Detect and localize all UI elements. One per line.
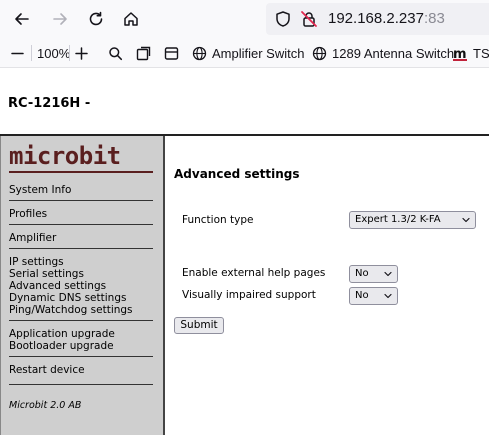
nav-divider [9, 200, 153, 201]
reload-icon [89, 11, 103, 26]
function-type-select[interactable]: Expert 1.3/2 K-FA [349, 211, 476, 229]
page-title: RC-1216H - [8, 96, 91, 111]
forward-arrow-icon [53, 13, 67, 25]
nav-divider [9, 384, 153, 385]
sidebar: microbit System Info Profiles Amplifier … [0, 136, 163, 435]
url-host: 192.168.2.237 [328, 10, 424, 27]
nav-system-info[interactable]: System Info [9, 184, 71, 196]
globe-icon [312, 46, 327, 60]
bookmarks-toolbar: 100% Amplifier Switch 1289 Antenna Switc… [0, 40, 489, 66]
screenshot-icon [136, 46, 151, 60]
site-logo-icon: m [453, 47, 467, 61]
zoom-level[interactable]: 100% [37, 44, 70, 62]
zoom-out-button[interactable] [10, 44, 30, 62]
toolbar-separator [31, 45, 32, 61]
url-text[interactable]: 192.168.2.237:83 [328, 10, 445, 27]
nav-divider [9, 248, 153, 249]
nav-divider [9, 320, 153, 321]
bookmark-ts[interactable]: m TS- [453, 44, 489, 62]
visually-impaired-select[interactable]: No [349, 287, 398, 305]
nav-divider [9, 356, 153, 357]
submit-button[interactable]: Submit [174, 317, 224, 334]
toolbar-separator [69, 45, 70, 61]
sidebar-divider [163, 136, 165, 435]
nav-dynamic-dns-settings[interactable]: Dynamic DNS settings [9, 292, 126, 304]
bookmark-label: 1289 Antenna Switch [332, 45, 455, 61]
visually-impaired-label: Visually impaired support [182, 289, 316, 301]
nav-ip-settings[interactable]: IP settings [9, 256, 64, 268]
visually-impaired-value: No [355, 290, 369, 301]
forward-button[interactable] [48, 7, 72, 31]
globe-icon [192, 46, 207, 60]
nav-serial-settings[interactable]: Serial settings [9, 268, 84, 280]
microbit-logo: microbit [9, 142, 121, 170]
nav-restart-device[interactable]: Restart device [9, 364, 85, 376]
bookmark-antenna-switch[interactable]: 1289 Antenna Switch [312, 44, 454, 62]
home-icon [124, 12, 138, 26]
external-help-select[interactable]: No [349, 265, 398, 283]
shield-icon[interactable] [274, 10, 292, 28]
bookmark-label: TS- [473, 45, 489, 61]
logo-underline [9, 171, 153, 173]
function-type-label: Function type [182, 214, 254, 226]
browser-toolbar: 192.168.2.237:83 100% Amplifier Switch 1… [0, 0, 489, 68]
address-bar[interactable]: 192.168.2.237:83 [266, 3, 489, 35]
zoom-out-icon [11, 52, 24, 54]
insecure-lock-icon[interactable] [300, 10, 318, 28]
external-help-label: Enable external help pages [182, 267, 326, 279]
nav-ping-watchdog-settings[interactable]: Ping/Watchdog settings [9, 304, 133, 316]
nav-bootloader-upgrade[interactable]: Bootloader upgrade [9, 340, 114, 352]
url-port: :83 [423, 10, 445, 27]
chevron-down-icon [462, 217, 470, 223]
bookmark-label: Amplifier Switch [212, 45, 305, 61]
chevron-down-icon [384, 271, 392, 277]
reload-button[interactable] [84, 7, 108, 31]
back-arrow-icon [15, 13, 29, 25]
nav-divider [9, 224, 153, 225]
sidebar-toggle-button[interactable] [164, 44, 184, 62]
chevron-down-icon [384, 293, 392, 299]
back-button[interactable] [10, 7, 34, 31]
function-type-value: Expert 1.3/2 K-FA [355, 214, 441, 225]
external-help-value: No [355, 268, 369, 279]
bookmark-amplifier-switch[interactable]: Amplifier Switch [192, 44, 304, 62]
find-button[interactable] [108, 44, 128, 62]
screenshot-button[interactable] [136, 44, 156, 62]
sidebar-icon [164, 46, 179, 60]
home-button[interactable] [119, 7, 143, 31]
section-title: Advanced settings [174, 167, 300, 181]
nav-amplifier[interactable]: Amplifier [9, 232, 56, 244]
nav-application-upgrade[interactable]: Application upgrade [9, 328, 115, 340]
sidebar-footer: Microbit 2.0 AB [9, 400, 82, 411]
svg-text:m: m [453, 47, 467, 61]
zoom-in-button[interactable] [74, 44, 94, 62]
zoom-in-icon [75, 46, 88, 60]
nav-advanced-settings[interactable]: Advanced settings [9, 280, 106, 292]
nav-profiles[interactable]: Profiles [9, 208, 47, 220]
search-icon [109, 46, 123, 60]
